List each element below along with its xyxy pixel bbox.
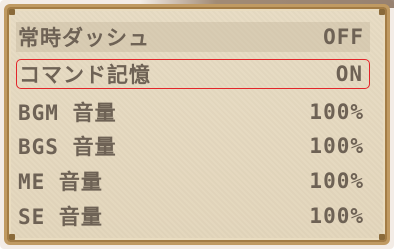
option-command-memory[interactable]: コマンド記憶 ON	[16, 59, 370, 89]
option-value: 100%	[309, 169, 364, 193]
corner-ornament	[379, 9, 385, 15]
corner-ornament	[9, 234, 15, 240]
option-bgm-volume[interactable]: BGM 音量 100%	[16, 97, 370, 127]
option-value: ON	[335, 62, 363, 86]
corner-ornament	[9, 9, 15, 15]
option-value: 100%	[309, 204, 364, 228]
option-label: BGM 音量	[18, 101, 117, 125]
option-me-volume[interactable]: ME 音量 100%	[16, 166, 370, 196]
option-bgs-volume[interactable]: BGS 音量 100%	[16, 131, 370, 161]
corner-ornament	[379, 234, 385, 240]
option-label: BGS 音量	[18, 135, 117, 159]
option-always-dash[interactable]: 常時ダッシュ OFF	[16, 22, 370, 52]
option-se-volume[interactable]: SE 音量 100%	[16, 201, 370, 231]
option-value: 100%	[309, 134, 364, 158]
option-value: 100%	[309, 100, 364, 124]
option-label: 常時ダッシュ	[18, 26, 150, 50]
option-value: OFF	[323, 25, 364, 49]
option-label: ME 音量	[18, 170, 103, 194]
option-label: コマンド記憶	[19, 63, 151, 87]
options-screen: 常時ダッシュ OFF コマンド記憶 ON BGM 音量 100% BGS 音量 …	[0, 0, 394, 249]
option-label: SE 音量	[18, 205, 103, 229]
